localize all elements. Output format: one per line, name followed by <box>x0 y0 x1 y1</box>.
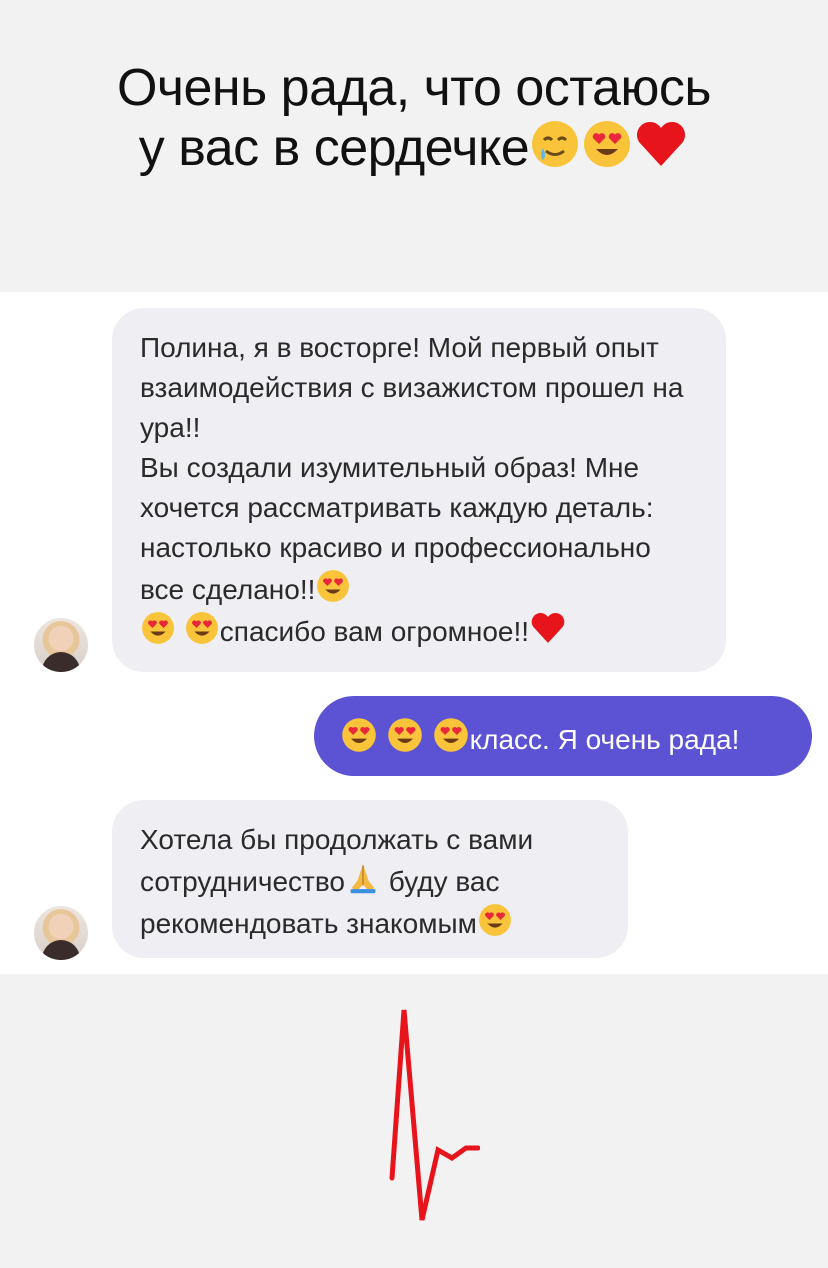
heart-eyes-icon <box>478 904 511 936</box>
heart-eyes-icon <box>342 718 376 752</box>
message-1-paragraph-2-text: Вы создали изумительный образ! Мне хочет… <box>140 452 654 605</box>
avatar[interactable] <box>34 906 88 960</box>
incoming-message-1[interactable]: Полина, я в восторге! Мой первый опыт вз… <box>112 308 726 672</box>
message-1-paragraph-1: Полина, я в восторге! Мой первый опыт вз… <box>140 332 684 443</box>
smiling-face-with-tear-icon <box>532 121 579 167</box>
outgoing-message-text: класс. Я очень рада! <box>469 724 740 755</box>
heart-eyes-icon <box>433 718 468 752</box>
heart-eyes-icon <box>142 612 174 644</box>
avatar[interactable] <box>34 618 88 672</box>
caption-line-2-text: у вас в сердечке <box>138 119 530 177</box>
folded-hands-icon <box>350 864 376 894</box>
heartbeat-pulse-icon <box>389 1009 480 1221</box>
red-heart-icon <box>531 613 565 643</box>
message-1-paragraph-2: Вы создали изумительный образ! Мне хочет… <box>140 448 698 652</box>
caption-line-2: у вас в сердечке <box>30 118 798 178</box>
heart-eyes-icon <box>584 121 631 167</box>
heart-eyes-icon <box>185 612 218 644</box>
caption-line-1: Очень рада, что остаюсь <box>116 59 712 117</box>
incoming-message-2[interactable]: Хотела бы продолжать с вами сотрудничест… <box>112 800 628 958</box>
message-1-tail-text: спасибо вам огромное!! <box>219 616 530 647</box>
caption-title: Очень рада, что остаюсь у вас в сердечке <box>30 58 798 178</box>
story-caption: Очень рада, что остаюсь у вас в сердечке <box>0 0 828 292</box>
heart-eyes-icon <box>317 570 350 602</box>
avatar-figure <box>42 940 80 960</box>
avatar-figure <box>42 652 80 672</box>
heart-eyes-icon <box>387 718 422 752</box>
outgoing-message[interactable]: класс. Я очень рада! <box>314 696 812 776</box>
red-heart-icon <box>637 121 686 166</box>
